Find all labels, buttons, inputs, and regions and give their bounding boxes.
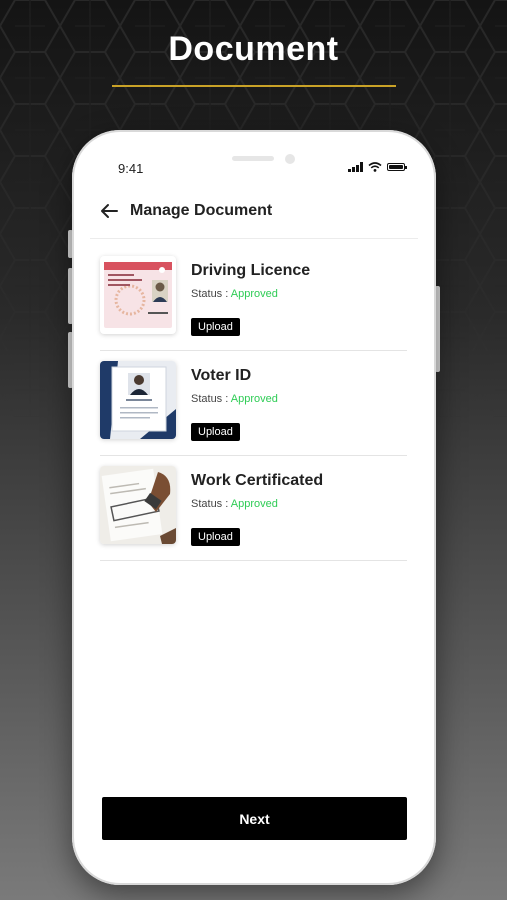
document-item-voter-id[interactable]: Voter ID Status : Approved Upload — [100, 359, 407, 456]
hero-underline — [112, 85, 396, 87]
document-status: Status : Approved — [191, 393, 278, 405]
voter-id-thumbnail — [100, 361, 176, 439]
document-name: Work Certificated — [191, 472, 324, 489]
status-value: Approved — [230, 393, 278, 405]
hero-title: Document — [168, 30, 339, 68]
status-time: 9:41 — [118, 161, 144, 176]
header-bar: Manage Document — [100, 202, 272, 220]
status-label: Status : — [191, 288, 229, 300]
document-item-work-certificated[interactable]: Work Certificated Status : Approved Uplo… — [100, 464, 407, 561]
next-button[interactable]: Next — [102, 797, 407, 840]
signal-icon — [348, 162, 363, 172]
upload-button[interactable]: Upload — [191, 318, 240, 336]
battery-icon — [386, 163, 407, 171]
phone-frame: 9:41 Manage Document Driving Licence Sta… — [72, 130, 436, 885]
upload-button[interactable]: Upload — [191, 423, 240, 441]
phone-camera — [285, 154, 295, 164]
document-item-driving-licence[interactable]: Driving Licence Status : Approved Upload — [100, 254, 407, 351]
status-label: Status : — [191, 393, 229, 405]
document-name: Voter ID — [191, 367, 252, 384]
document-status: Status : Approved — [191, 288, 278, 300]
driving-licence-thumbnail — [100, 256, 176, 334]
page-title: Manage Document — [130, 202, 273, 219]
upload-button[interactable]: Upload — [191, 528, 240, 546]
work-certificate-thumbnail — [100, 466, 176, 544]
document-name: Driving Licence — [191, 262, 311, 279]
status-value: Approved — [230, 288, 278, 300]
document-status: Status : Approved — [191, 498, 278, 510]
wifi-icon — [367, 162, 382, 172]
status-value: Approved — [230, 498, 278, 510]
document-list: Driving Licence Status : Approved Upload — [100, 254, 407, 569]
status-label: Status : — [191, 498, 229, 510]
arrow-left-icon[interactable] — [100, 203, 118, 219]
status-icons — [348, 162, 407, 172]
phone-speaker — [232, 156, 274, 161]
header-divider — [90, 238, 418, 239]
